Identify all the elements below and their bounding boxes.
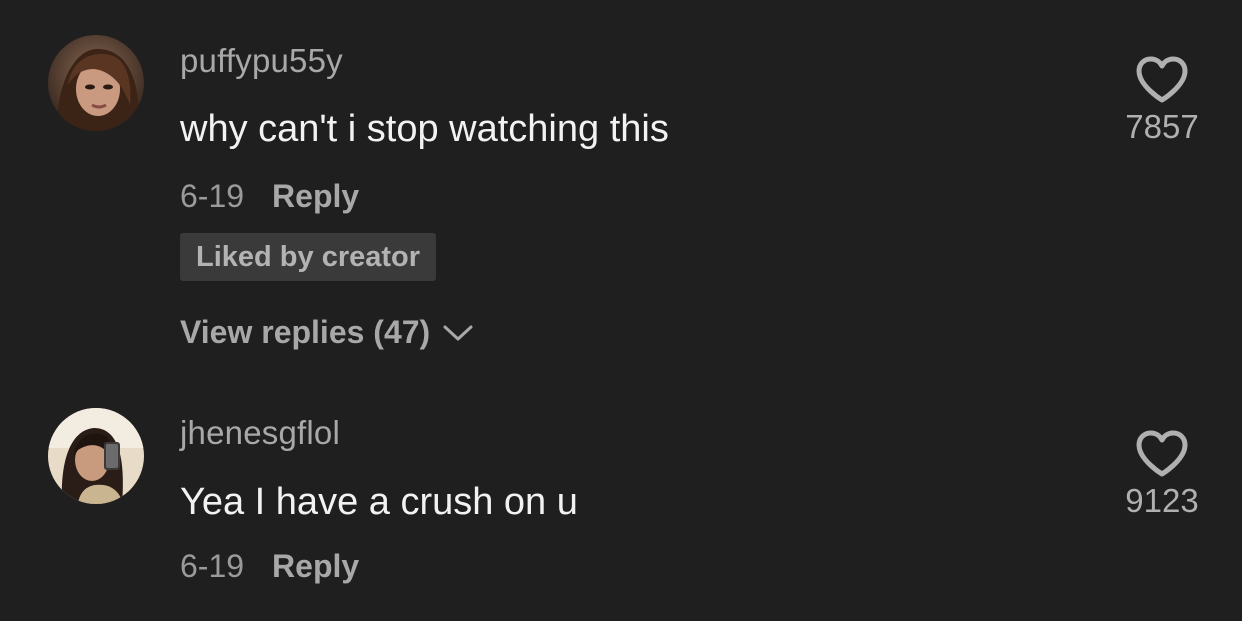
comment-username[interactable]: jhenesgflol [180,414,340,452]
comment-meta: 6-19 Reply [180,178,359,215]
chevron-down-icon [443,325,473,340]
liked-by-creator-badge: Liked by creator [180,233,437,281]
view-replies-label: View replies (47) [180,314,431,350]
comment-date: 6-19 [180,178,245,214]
comment-item: puffypu55y why can't i stop watching thi… [0,0,1242,380]
comment-date: 6-19 [180,548,245,584]
avatar-image [48,408,144,504]
comment-meta: 6-19 Reply [180,548,359,585]
heart-outline-icon[interactable] [1135,430,1189,478]
heart-outline-icon[interactable] [1135,56,1189,104]
view-replies-button[interactable]: View replies (47) [180,314,474,351]
comment-text: why can't i stop watching this [180,108,669,150]
comment-text: Yea I have a crush on u [180,481,578,523]
like-count: 9123 [1125,482,1199,519]
like-group: 9123 [1112,430,1212,520]
like-group: 7857 [1112,56,1212,146]
avatar-image [48,35,144,131]
like-count: 7857 [1125,108,1199,145]
avatar[interactable] [48,408,144,504]
reply-button[interactable]: Reply [272,178,359,215]
comment-username[interactable]: puffypu55y [180,42,343,80]
avatar[interactable] [48,35,144,131]
reply-button[interactable]: Reply [272,548,359,585]
comment-item: jhenesgflol Yea I have a crush on u 6-19… [0,380,1242,621]
